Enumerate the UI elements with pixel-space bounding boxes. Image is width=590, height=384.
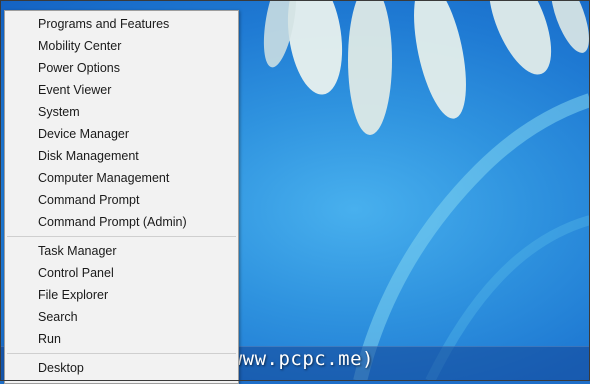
- menu-item-task-manager[interactable]: Task Manager: [5, 240, 238, 262]
- menu-item-command-prompt[interactable]: Command Prompt: [5, 189, 238, 211]
- menu-item-search[interactable]: Search: [5, 306, 238, 328]
- menu-item-computer-management[interactable]: Computer Management: [5, 167, 238, 189]
- menu-item-event-viewer[interactable]: Event Viewer: [5, 79, 238, 101]
- menu-item-device-manager[interactable]: Device Manager: [5, 123, 238, 145]
- menu-item-desktop[interactable]: Desktop: [5, 357, 238, 379]
- menu-item-control-panel[interactable]: Control Panel: [5, 262, 238, 284]
- menu-separator: [7, 353, 236, 354]
- menu-item-command-prompt-admin[interactable]: Command Prompt (Admin): [5, 211, 238, 233]
- menu-item-run[interactable]: Run: [5, 328, 238, 350]
- win-x-context-menu: Programs and Features Mobility Center Po…: [4, 10, 239, 384]
- menu-group-system-tools: Programs and Features Mobility Center Po…: [5, 13, 238, 233]
- menu-item-programs-and-features[interactable]: Programs and Features: [5, 13, 238, 35]
- menu-group-desktop: Desktop: [5, 357, 238, 379]
- menu-item-power-options[interactable]: Power Options: [5, 57, 238, 79]
- menu-group-apps: Task Manager Control Panel File Explorer…: [5, 240, 238, 350]
- menu-item-system[interactable]: System: [5, 101, 238, 123]
- menu-item-disk-management[interactable]: Disk Management: [5, 145, 238, 167]
- menu-item-mobility-center[interactable]: Mobility Center: [5, 35, 238, 57]
- menu-item-file-explorer[interactable]: File Explorer: [5, 284, 238, 306]
- menu-separator: [7, 236, 236, 237]
